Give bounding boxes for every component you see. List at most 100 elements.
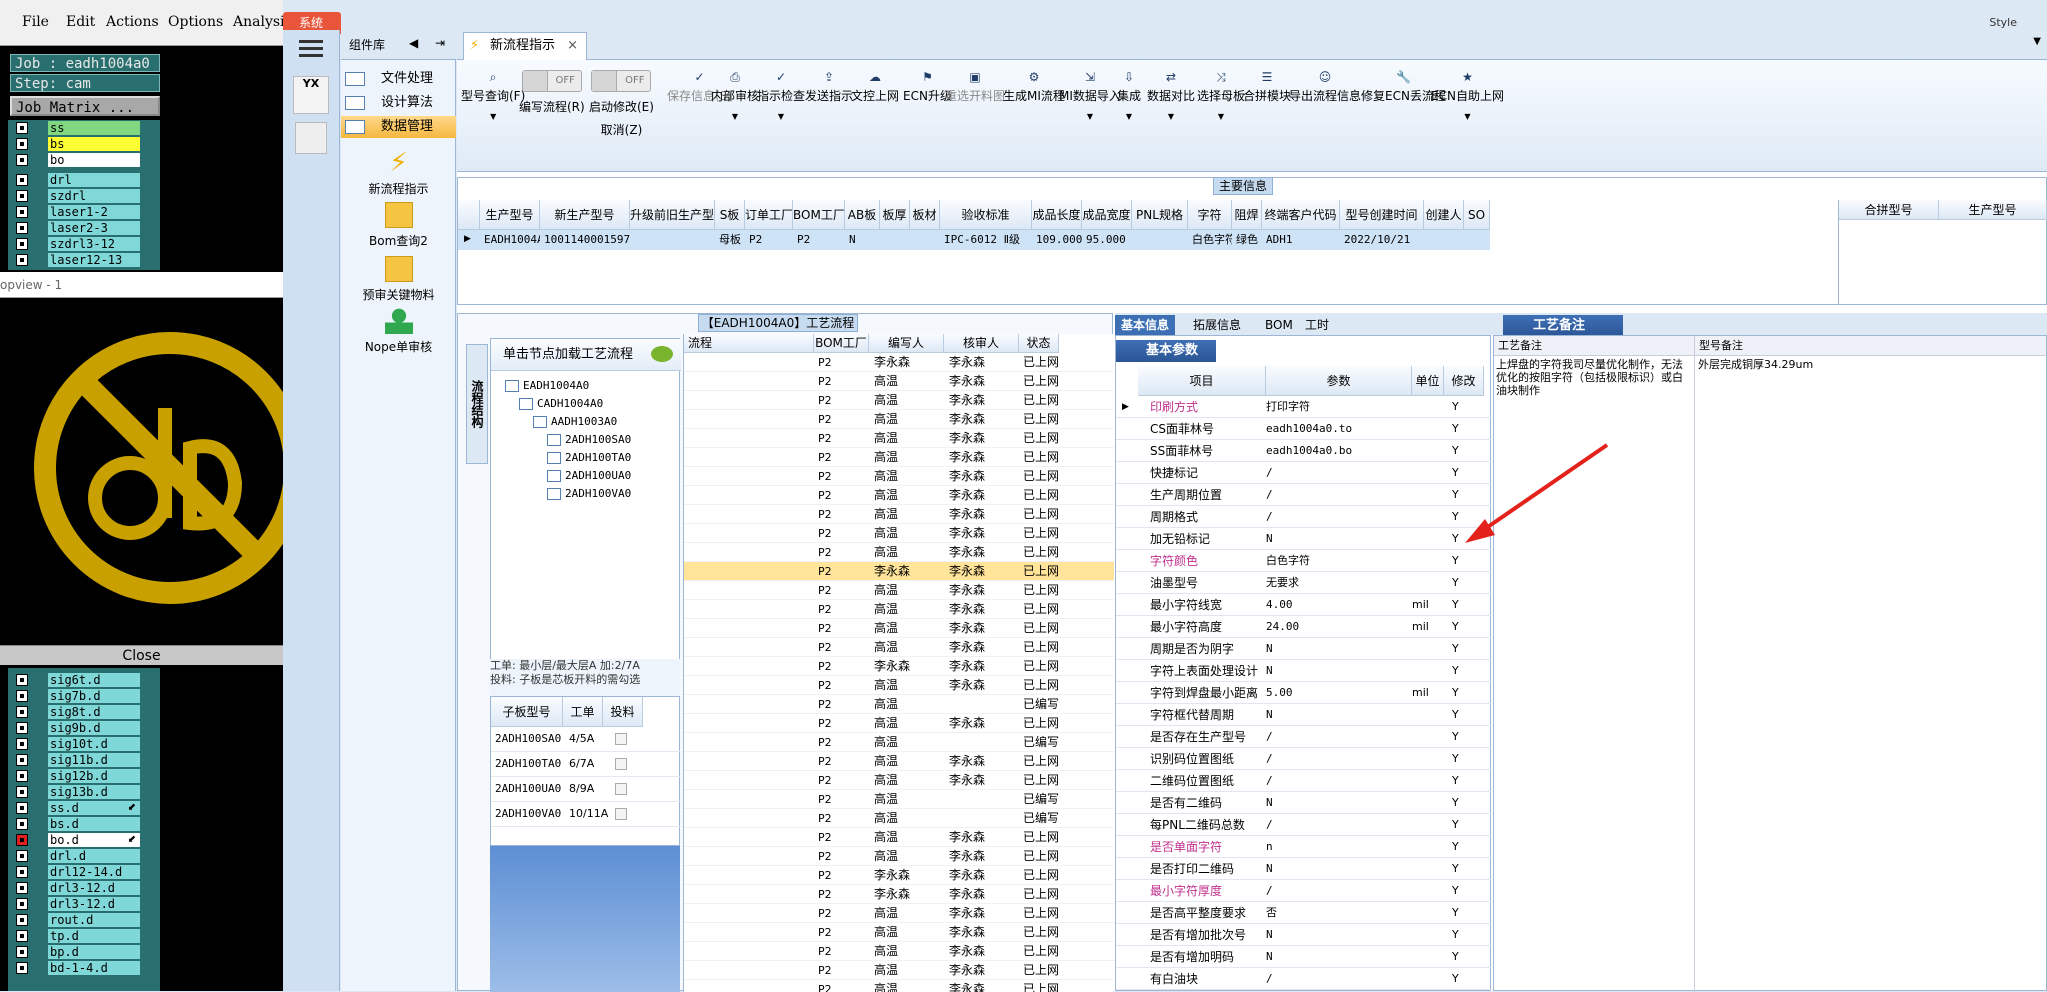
table-row[interactable]: 是否有增加批次号 N Y <box>1116 924 1492 946</box>
layer-item[interactable]: laser2-3 <box>8 220 160 236</box>
param-value[interactable]: 无要求 <box>1266 572 1411 594</box>
ribbon-button[interactable]: ⤨ 选择母板 ▼ <box>1197 70 1245 121</box>
table-row[interactable]: 有白油块 / Y <box>1116 968 1492 990</box>
ribbon-button[interactable]: ⇪ 发送指示 <box>805 70 853 104</box>
table-row[interactable]: 2ADH100SA0 4/5A <box>491 727 681 752</box>
table-row[interactable]: 成品仓P2高温李永森已上网 <box>684 942 1114 961</box>
table-row[interactable]: 烘板整平1P2高温李永森已上网 <box>684 771 1114 790</box>
speech-bubble-icon[interactable] <box>651 346 673 362</box>
layer-checkbox[interactable] <box>16 962 28 974</box>
layer-item[interactable]: bd-1-4.d <box>8 960 160 976</box>
tree-node[interactable]: AADH1003A0 <box>533 413 617 431</box>
toggle-switch[interactable]: OFF <box>591 70 652 92</box>
table-row[interactable]: 二维码位置图纸 / Y <box>1116 770 1492 792</box>
tree-node[interactable]: CADH1004A0 <box>519 395 603 413</box>
close-button[interactable]: Close <box>0 645 283 665</box>
menu-file[interactable]: File <box>22 14 49 30</box>
table-row[interactable]: 是否单面字符 n Y <box>1116 836 1492 858</box>
layer-item[interactable]: bo <box>8 152 160 168</box>
layer-checkbox[interactable] <box>16 898 28 910</box>
param-value[interactable]: N <box>1266 858 1411 880</box>
tab-process-structure[interactable]: 流程结构 <box>466 344 488 464</box>
table-row[interactable]: CS面菲林号 eadh1004a0.to Y <box>1116 418 1492 440</box>
table-row[interactable]: 字符颜色 白色字符 Y <box>1116 550 1492 572</box>
table-row[interactable]: SS面菲林号 eadh1004a0.bo Y <box>1116 440 1492 462</box>
toggle-switch[interactable]: OFF <box>521 70 582 92</box>
table-row[interactable]: 阻抗测试P2高温李永森已上网 <box>684 714 1114 733</box>
layer-item[interactable]: drl3-12.d <box>8 896 160 912</box>
table-row[interactable]: 成品清洗P2高温李永森已上网 <box>684 828 1114 847</box>
tab-bom[interactable]: BOM <box>1259 315 1299 335</box>
table-row[interactable]: 沉金1P2李永森李永森已上网 <box>684 657 1114 676</box>
table-row[interactable]: 识别码位置图纸 / Y <box>1116 748 1492 770</box>
table-row[interactable]: 是否有增加明码 N Y <box>1116 946 1492 968</box>
layer-checkbox[interactable] <box>16 738 28 750</box>
table-row[interactable]: 电子测试P2高温已编写 <box>684 695 1114 714</box>
chevron-down-icon[interactable]: ▼ <box>711 112 759 121</box>
feed-checkbox[interactable] <box>615 758 627 770</box>
pin-icon[interactable]: ⇥ <box>435 36 445 50</box>
yx-module-icon[interactable]: YX <box>293 76 329 114</box>
layer-checkbox[interactable] <box>16 138 28 150</box>
hamburger-menu-icon[interactable] <box>299 38 323 58</box>
layer-checkbox[interactable] <box>16 222 28 234</box>
ribbon-button[interactable]: ✓ 指示检查 ▼ <box>757 70 805 121</box>
job-matrix-button[interactable]: Job Matrix ... <box>10 96 160 116</box>
layer-checkbox[interactable] <box>16 122 28 134</box>
layer-item[interactable]: szdrl <box>8 188 160 204</box>
table-row[interactable]: 是否高平整度要求 否 Y <box>1116 902 1492 924</box>
param-value[interactable]: 4.00 <box>1266 594 1411 616</box>
tree-node[interactable]: EADH1004A0 <box>505 377 589 395</box>
chevron-down-icon[interactable]: ▼ <box>461 112 525 121</box>
layer-checkbox[interactable] <box>16 674 28 686</box>
table-row[interactable]: 生产周期位置 / Y <box>1116 484 1492 506</box>
table-row[interactable]: 终固化P2高温李永森已上网 <box>684 581 1114 600</box>
param-value[interactable]: N <box>1266 528 1411 550</box>
layer-item[interactable]: sig9b.d <box>8 720 160 736</box>
table-row[interactable]: 是否有二维码 N Y <box>1116 792 1492 814</box>
param-value[interactable]: / <box>1266 726 1411 748</box>
layer-item[interactable]: ss.d ⬋ <box>8 800 160 816</box>
layer-checkbox[interactable] <box>16 786 28 798</box>
tree-node[interactable]: 2ADH100UA0 <box>547 467 631 485</box>
table-row[interactable]: 快捷标记 / Y <box>1116 462 1492 484</box>
table-row[interactable]: 是否打印二维码 N Y <box>1116 858 1492 880</box>
layer-checkbox[interactable] <box>16 866 28 878</box>
tool-nope-review[interactable]: Nope单审核 <box>341 308 456 355</box>
table-row[interactable]: 酸性蚀刻1P2李永森李永森已上网 <box>684 353 1114 372</box>
layer-item[interactable]: drl12-14.d <box>8 864 160 880</box>
ribbon-button[interactable]: ★ ECN自助上网 ▼ <box>1431 70 1504 121</box>
layer-item[interactable]: laser12-13 <box>8 252 160 268</box>
param-value[interactable]: / <box>1266 880 1411 902</box>
graphics-view[interactable] <box>0 298 283 643</box>
layer-checkbox[interactable] <box>16 706 28 718</box>
table-row[interactable]: 字符上表面处理设计 N Y <box>1116 660 1492 682</box>
table-row[interactable]: 最小字符厚度 / Y <box>1116 880 1492 902</box>
chevron-down-icon[interactable]: ▼ <box>1197 112 1245 121</box>
table-row[interactable]: 阻焊P2高温李永森已上网 <box>684 429 1114 448</box>
param-value[interactable]: N <box>1266 704 1411 726</box>
layer-checkbox[interactable] <box>16 770 28 782</box>
param-value[interactable]: eadh1004a0.to <box>1266 418 1411 440</box>
layer-checkbox[interactable] <box>16 818 28 830</box>
ribbon-button[interactable]: ⇩ 集成 ▼ <box>1117 70 1141 121</box>
layer-item[interactable]: sig8t.d <box>8 704 160 720</box>
layer-item[interactable]: sig13b.d <box>8 784 160 800</box>
param-value[interactable]: N <box>1266 660 1411 682</box>
chevron-down-icon[interactable]: ▼ <box>2033 36 2041 47</box>
feed-checkbox[interactable] <box>615 808 627 820</box>
param-value[interactable]: n <box>1266 836 1411 858</box>
component-design-algorithm[interactable]: 设计算法 <box>341 92 456 114</box>
tool-new-process[interactable]: ⚡ 新流程指示 <box>341 150 456 197</box>
table-row[interactable]: 显影P2高温李永森已上网 <box>684 524 1114 543</box>
layer-checkbox[interactable] <box>16 850 28 862</box>
table-row[interactable]: 字符到焊盘最小距离 5.00 mil Y <box>1116 682 1492 704</box>
component-file-processing[interactable]: 文件处理 <box>341 68 456 90</box>
table-row[interactable]: 终检1P2高温李永森已上网 <box>684 752 1114 771</box>
table-row[interactable]: 字符P2高温李永森已上网 <box>684 543 1114 562</box>
layer-item[interactable]: laser1-2 <box>8 204 160 220</box>
menu-actions[interactable]: Actions <box>106 14 159 30</box>
tab-extended-info[interactable]: 拓展信息 <box>1187 315 1247 335</box>
param-value[interactable]: N <box>1266 792 1411 814</box>
layer-checkbox[interactable] <box>16 914 28 926</box>
